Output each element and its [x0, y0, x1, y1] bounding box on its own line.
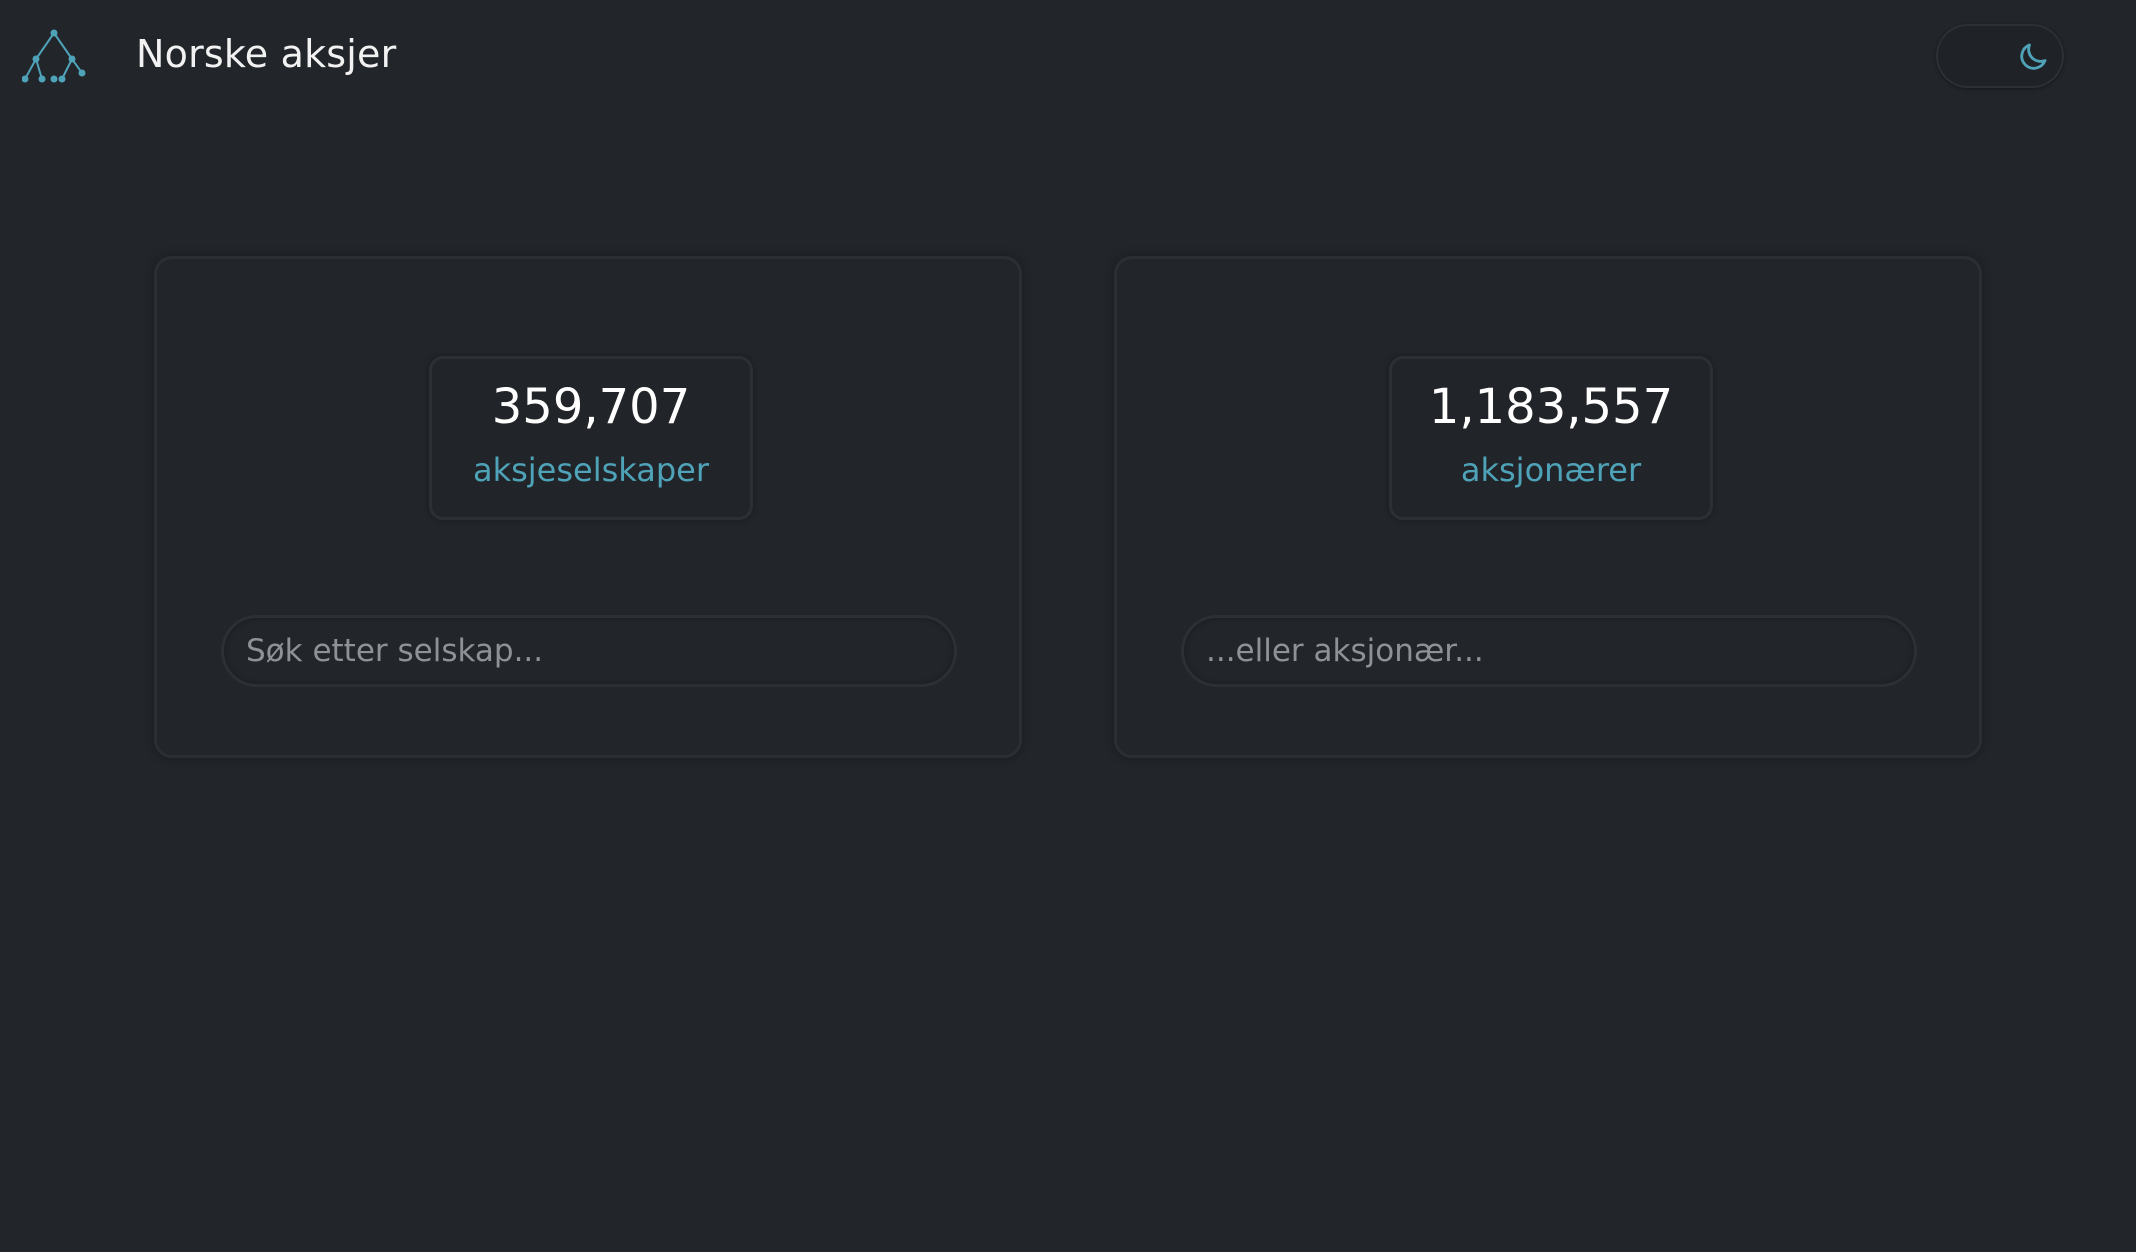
- shareholders-label: aksjonærer: [1460, 451, 1642, 489]
- shareholders-card: 1,183,557 aksjonærer: [1114, 256, 1982, 758]
- companies-stat: 359,707 aksjeselskaper: [429, 356, 753, 520]
- company-search-input[interactable]: [221, 615, 957, 687]
- shareholders-count: 1,183,557: [1428, 379, 1674, 435]
- moon-icon: [2020, 43, 2047, 70]
- shareholder-search-input[interactable]: [1181, 615, 1917, 687]
- shareholders-stat: 1,183,557 aksjonærer: [1389, 356, 1713, 520]
- companies-label: aksjeselskaper: [472, 451, 710, 489]
- theme-toggle[interactable]: [1936, 24, 2064, 88]
- site-title[interactable]: Norske aksjer: [136, 28, 396, 80]
- app-header: Norske aksjer: [0, 0, 2136, 110]
- companies-count: 359,707: [491, 379, 691, 435]
- tree-network-icon[interactable]: [22, 27, 86, 87]
- companies-card: 359,707 aksjeselskaper: [154, 256, 1022, 758]
